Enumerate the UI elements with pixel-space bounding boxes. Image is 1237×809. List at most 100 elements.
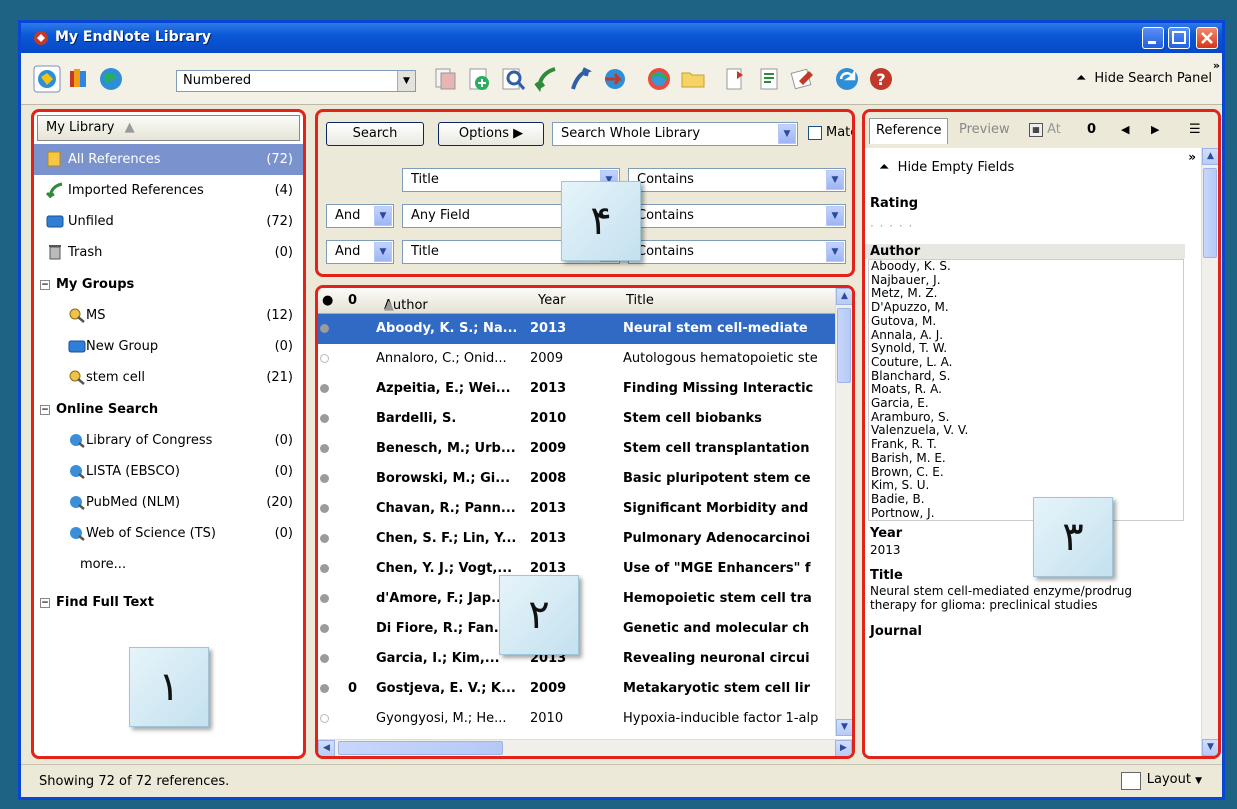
table-row[interactable]: Azpeitia, E.; Wei... 2013 Finding Missing … [318,374,838,404]
read-status-icon[interactable] [320,414,329,423]
online-search-header[interactable]: − Online Search [34,393,303,425]
my-library-header[interactable]: My Library ▲ [37,115,300,141]
integrated-library-icon[interactable] [65,65,93,93]
attachment-column-icon[interactable]: 0 [348,293,357,308]
minimize-button[interactable] [1142,27,1164,49]
search-operator-select-3[interactable]: Contains ▼ [628,240,846,264]
return-to-word-icon[interactable] [789,65,817,93]
close-button[interactable] [1196,27,1218,49]
read-status-icon[interactable] [320,564,329,573]
export-icon[interactable] [567,65,595,93]
year-field[interactable]: 2013 [868,543,1184,558]
read-status-icon[interactable] [320,534,329,543]
author-field[interactable]: Aboody, K. S. Najbauer, J. Metz, M. Z. D'Ap… [868,259,1184,521]
toolbar-overflow-icon[interactable]: » [1213,59,1220,72]
layout-button[interactable]: Layout ▼ [1117,769,1208,793]
search-scope-select[interactable]: Search Whole Library ▼ [552,122,798,146]
table-row[interactable]: Bardelli, S. 2010 Stem cell biobanks [318,404,838,434]
options-button[interactable]: Options ▶ [438,122,544,146]
new-reference-icon[interactable] [465,65,493,93]
read-status-icon[interactable] [320,474,329,483]
find-full-text-icon[interactable] [499,65,527,93]
attachment-icon[interactable]: 0 [1087,122,1096,137]
insert-citation-icon[interactable] [721,65,749,93]
scroll-down-icon[interactable]: ▼ [836,719,852,736]
rating-dots[interactable]: · · · · · [868,219,1184,234]
find-full-text-header[interactable]: − Find Full Text [34,586,303,618]
import-icon[interactable] [533,65,561,93]
online-search-mode-icon[interactable] [97,65,125,93]
search-operator-select-1[interactable]: Contains ▼ [628,168,846,192]
read-status-icon[interactable] [320,324,329,333]
open-link-icon[interactable] [601,65,629,93]
tab-preview[interactable]: Preview [953,118,1016,144]
group-imported-references[interactable]: Imported References (4) [34,175,303,206]
online-lista-ebsco[interactable]: LISTA (EBSCO) (0) [34,456,303,487]
scroll-down-icon[interactable]: ▼ [1202,739,1218,756]
group-trash[interactable]: Trash (0) [34,237,303,268]
scroll-up-icon[interactable]: ▲ [1202,148,1218,165]
match-case-checkbox[interactable] [808,126,822,140]
read-status-icon[interactable] [320,504,329,513]
online-pubmed[interactable]: PubMed (NLM) (20) [34,487,303,518]
list-horizontal-scrollbar[interactable]: ◀ ▶ [318,739,852,756]
web-browser-icon[interactable] [645,65,673,93]
collapse-icon[interactable]: − [40,279,50,290]
scroll-thumb[interactable] [1203,168,1217,258]
search-bool-select-2[interactable]: And ▼ [326,204,394,228]
open-file-icon[interactable] [679,65,707,93]
collapse-icon[interactable]: − [40,404,50,415]
panel-menu-icon[interactable]: ☰ [1189,122,1201,137]
table-row[interactable]: 0 Gostjeva, E. V.; K... 2009 Metakaryotic s… [318,674,838,704]
tab-reference[interactable]: Reference [869,118,949,144]
tab-attached-pdf[interactable]: ▦ At [1023,118,1067,144]
read-status-column-icon[interactable]: ● [322,293,333,308]
group-all-references[interactable]: All References (72) [34,144,303,175]
help-icon[interactable]: ? [867,65,895,93]
local-library-mode-icon[interactable] [33,65,61,93]
online-more-link[interactable]: more... [34,549,303,580]
table-row[interactable]: Chen, S. F.; Lin, Y... 2013 Pulmonary Aden… [318,524,838,554]
search-operator-select-2[interactable]: Contains ▼ [628,204,846,228]
table-row[interactable]: Annaloro, C.; Onid... 2009 Autologous hema… [318,344,838,374]
list-vertical-scrollbar[interactable]: ▲ ▼ [835,288,852,736]
group-stem-cell[interactable]: stem cell (21) [34,362,303,393]
online-web-of-science[interactable]: Web of Science (TS) (0) [34,518,303,549]
table-row[interactable]: Chavan, R.; Pann... 2013 Significant Morbi… [318,494,838,524]
hide-empty-fields-button[interactable]: ⏶ Hide Empty Fields [879,160,1014,175]
output-style-select[interactable]: Numbered ▼ [176,70,416,92]
copy-formatted-icon[interactable] [431,65,459,93]
read-status-icon[interactable] [320,714,329,723]
hide-search-panel-button[interactable]: ⏶ Hide Search Panel [1076,71,1212,86]
search-button[interactable]: Search [326,122,424,146]
group-ms[interactable]: MS (12) [34,300,303,331]
read-status-icon[interactable] [320,354,329,363]
read-status-icon[interactable] [320,624,329,633]
format-bibliography-icon[interactable] [755,65,783,93]
table-row[interactable]: Benesch, M.; Urb... 2009 Stem cell transpl… [318,434,838,464]
next-reference-icon[interactable]: ▶ [1151,123,1159,136]
title-field[interactable]: Neural stem cell-mediated enzyme/prodrug… [868,584,1168,613]
read-status-icon[interactable] [320,654,329,663]
group-unfiled[interactable]: Unfiled (72) [34,206,303,237]
table-row[interactable]: Borowski, M.; Gi... 2008 Basic pluripotent… [318,464,838,494]
read-status-icon[interactable] [320,384,329,393]
my-groups-header[interactable]: − My Groups [34,268,303,300]
group-new-group[interactable]: New Group (0) [34,331,303,362]
table-row[interactable]: Gyongyosi, M.; He... 2010 Hypoxia-inducibl… [318,704,838,734]
scroll-right-icon[interactable]: ▶ [835,740,852,756]
online-library-of-congress[interactable]: Library of Congress (0) [34,425,303,456]
maximize-button[interactable] [1168,27,1190,49]
sync-icon[interactable] [833,65,861,93]
scroll-thumb[interactable] [338,741,503,755]
read-status-icon[interactable] [320,594,329,603]
read-status-icon[interactable] [320,444,329,453]
collapse-icon[interactable]: − [40,597,50,608]
search-bool-select-3[interactable]: And ▼ [326,240,394,264]
scroll-left-icon[interactable]: ◀ [318,740,335,756]
panel-overflow-icon[interactable]: » [1188,150,1196,164]
previous-reference-icon[interactable]: ◀ [1121,123,1129,136]
read-status-icon[interactable] [320,684,329,693]
column-header-title[interactable]: Title [626,293,654,308]
table-row[interactable]: Aboody, K. S.; Na... 2013 Neural stem cell… [318,314,838,344]
